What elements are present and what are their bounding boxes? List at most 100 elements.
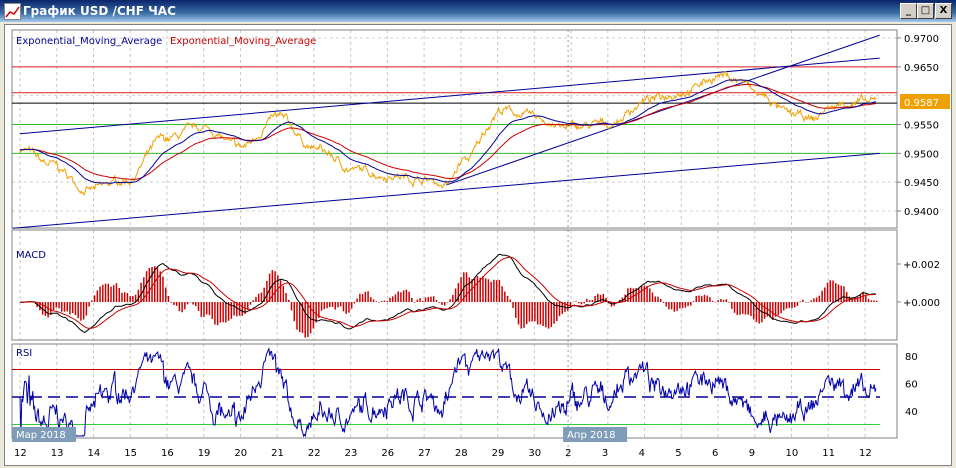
macd-histogram-bar: [427, 296, 429, 302]
macd-histogram-bar: [241, 302, 244, 316]
macd-histogram-bar: [867, 298, 870, 302]
macd-histogram-bar: [230, 302, 233, 319]
macd-histogram-bar: [285, 292, 287, 302]
macd-histogram-bar: [525, 302, 528, 325]
macd-histogram-bar: [356, 298, 358, 302]
macd-histogram-bar: [290, 302, 293, 311]
macd-histogram-bar: [249, 302, 252, 305]
macd-histogram-bar: [102, 284, 104, 302]
rsi-axis-label: 80: [905, 352, 918, 363]
macd-histogram-bar: [320, 302, 323, 311]
macd-histogram-bar: [796, 302, 799, 306]
macd-histogram-bar: [167, 295, 170, 302]
macd-histogram-bar: [577, 302, 580, 304]
macd-histogram-bar: [353, 302, 356, 304]
macd-line: [19, 253, 876, 333]
macd-histogram-bar: [307, 302, 309, 337]
macd-histogram-bar: [471, 279, 473, 302]
macd-histogram-bar: [501, 286, 503, 302]
macd-histogram-bar: [706, 295, 708, 302]
macd-histogram-bar: [148, 267, 151, 302]
macd-histogram-bar: [736, 302, 739, 316]
macd-histogram-bar: [750, 302, 752, 316]
macd-histogram-bar: [413, 302, 416, 303]
date-tick-label: 5: [675, 448, 681, 459]
macd-histogram-bar: [424, 297, 427, 302]
macd-histogram-bar: [197, 302, 200, 311]
macd-histogram-bar: [219, 302, 222, 323]
macd-histogram-bar: [400, 292, 402, 302]
macd-histogram-bar: [435, 299, 438, 302]
macd-histogram-bar: [298, 302, 301, 332]
date-tick-label: 16: [161, 448, 174, 459]
macd-histogram-bar: [112, 285, 115, 302]
macd-histogram-bar: [755, 302, 758, 322]
date-tick-label: 9: [749, 448, 755, 459]
macd-histogram-bar: [638, 288, 640, 302]
macd-histogram-bar: [649, 288, 651, 302]
macd-histogram-bar: [632, 288, 635, 302]
macd-histogram-bar: [339, 302, 342, 307]
macd-histogram-bar: [293, 302, 295, 322]
macd-histogram-bar: [405, 289, 408, 302]
macd-histogram-bar: [80, 302, 82, 321]
macd-histogram-bar: [807, 302, 810, 303]
macd-histogram-bar: [454, 288, 457, 302]
macd-histogram-bar: [107, 283, 110, 302]
macd-histogram-bar: [818, 295, 821, 302]
macd-histogram-bar: [115, 283, 118, 302]
macd-histogram-bar: [465, 272, 468, 302]
macd-histogram-bar: [583, 302, 585, 304]
macd-histogram-bar: [397, 291, 399, 302]
macd-histogram-bar: [725, 299, 728, 302]
macd-histogram-bar: [359, 293, 361, 302]
macd-histogram-bar: [670, 302, 673, 310]
date-tick-label: 3: [602, 448, 608, 459]
macd-histogram-bar: [739, 302, 741, 315]
macd-histogram-bar: [834, 283, 837, 302]
usdchf-chart[interactable]: 12 13 14 15 16 19 20 21 22 23 26 27 28 29 30 2 3 4 5 6 9 10 11…: [0, 0, 956, 468]
macd-histogram-bar: [222, 302, 224, 323]
macd-histogram-bar: [840, 285, 842, 302]
macd-histogram-bar: [216, 302, 219, 326]
macd-histogram-bar: [495, 280, 498, 302]
macd-signal-line: [20, 256, 876, 329]
macd-histogram-bar: [121, 292, 123, 302]
macd-histogram-bar: [260, 292, 263, 302]
rsi-line: [19, 346, 877, 438]
macd-histogram-bar: [545, 302, 547, 328]
macd-histogram-bar: [312, 302, 315, 329]
macd-histogram-bar: [640, 286, 643, 302]
macd-histogram-bar: [140, 282, 142, 302]
macd-histogram-bar: [69, 302, 71, 315]
date-tick-label: 26: [381, 448, 394, 459]
macd-histogram-bar: [829, 280, 832, 302]
macd-histogram-bar: [126, 293, 129, 302]
macd-histogram-bar: [684, 302, 687, 308]
macd-histogram-bar: [446, 302, 449, 303]
macd-histogram-bar: [205, 302, 208, 315]
trend-lines[interactable]: [12, 34, 880, 229]
macd-histogram-bar: [296, 302, 298, 330]
macd-histogram-bar: [506, 295, 509, 302]
macd-histogram-bar: [334, 302, 337, 310]
macd-histogram-bar: [813, 298, 815, 302]
macd-histogram-bar: [824, 287, 826, 302]
trend-line[interactable]: [12, 152, 880, 229]
date-tick-label: 28: [455, 448, 468, 459]
macd-histogram-bar: [873, 300, 875, 302]
macd-histogram-bar: [96, 290, 99, 302]
macd-histogram-bar: [602, 293, 605, 302]
macd-histogram-bar: [85, 302, 88, 316]
macd-histogram: [20, 266, 878, 338]
axes-labels: 12 13 14 15 16 19 20 21 22 23 26 27 28 29 30 2 3 4 5 6 9 10 11…: [12, 34, 940, 459]
macd-histogram-bar: [195, 302, 197, 307]
macd-histogram-bar: [659, 299, 662, 302]
macd-histogram-bar: [490, 281, 492, 302]
macd-histogram-bar: [331, 302, 334, 307]
macd-histogram-bar: [468, 277, 471, 302]
price-series: [19, 71, 877, 196]
macd-histogram-bar: [547, 302, 550, 329]
macd-histogram-bar: [378, 302, 380, 303]
legend-ema-slow: Exponential_Moving_Average: [170, 36, 316, 47]
